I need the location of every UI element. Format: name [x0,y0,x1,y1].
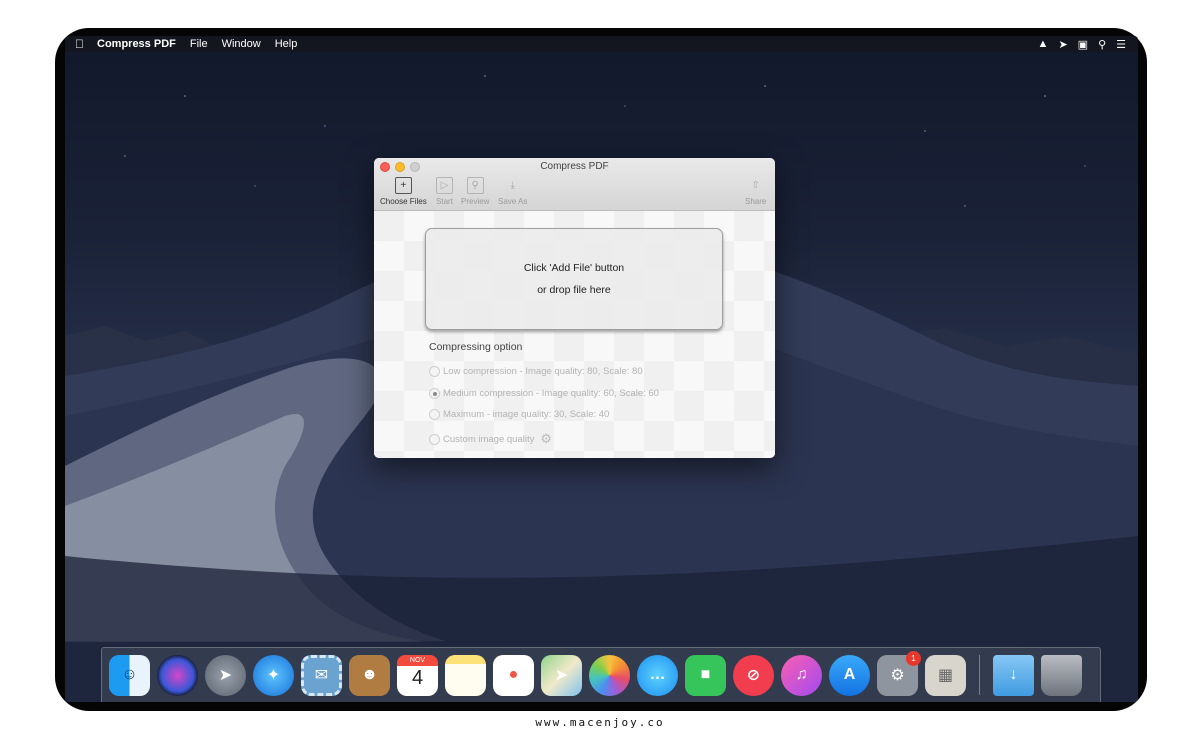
messages-icon[interactable]: … [637,654,678,696]
option-custom-label: Custom image quality [443,433,535,445]
plus-icon: + [394,177,412,194]
maps-icon[interactable]: ➤ [541,654,582,696]
option-medium[interactable]: Medium compression - Image quality: 60, … [429,388,659,399]
display-icon[interactable]: ▣ [1078,38,1088,51]
radio-custom[interactable] [429,433,440,445]
save-as-button[interactable]: ⤓ Save As [498,177,527,206]
calendar-month: NOV [397,654,438,666]
desktop:  Compress PDF File Window Help ▲ ➤ ▣ ⚲ … [65,36,1138,702]
save-as-label: Save As [498,197,528,206]
photos-icon[interactable] [589,654,630,696]
downloads-folder-icon[interactable]: ↓ [993,654,1034,696]
mail-icon[interactable]: ✉ [301,654,342,696]
magnifier-icon: ⚲ [466,177,484,194]
preview-button[interactable]: ⚲ Preview [461,177,489,206]
contacts-icon[interactable]: ☻ [349,654,390,696]
system-preferences-icon[interactable]: ⚙ 1 [877,650,921,696]
airplay-icon[interactable]: ➤ [1058,38,1067,51]
drop-zone-line1: Click 'Add File' button [523,262,625,274]
menu-bar:  Compress PDF File Window Help ▲ ➤ ▣ ⚲ … [65,36,1138,52]
update-badge: 1 [906,650,921,666]
option-low[interactable]: Low compression - Image quality: 80, Sca… [429,366,643,377]
news-icon[interactable]: ⊘ [733,654,774,696]
calendar-icon[interactable]: NOV 4 [397,654,438,696]
option-custom[interactable]: Custom image quality ⚙ [429,431,552,447]
option-maximum-label: Maximum - image quality: 30, Scale: 40 [443,409,610,420]
title-bar: Compress PDF + Choose Files ▷ Start ⚲ Pr… [374,158,775,211]
site-caption: www.macenjoy.co [535,716,665,729]
launchpad-icon[interactable]: ➤ [205,654,246,696]
start-label: Start [436,197,453,206]
radio-maximum[interactable] [429,409,440,420]
preview-label: Preview [461,197,490,206]
menu-file[interactable]: File [190,38,208,50]
itunes-icon[interactable]: ♫ [781,654,822,696]
calendar-day: 4 [411,666,424,689]
dock-separator [979,655,980,695]
facetime-icon[interactable]: ■ [685,654,726,696]
safari-icon[interactable]: ✦ [253,654,294,696]
list-icon[interactable]: ☰ [1116,38,1126,51]
menu-app-name[interactable]: Compress PDF [97,38,176,50]
compress-pdf-icon[interactable]: ▦ [925,654,966,696]
choose-files-button[interactable]: + Choose Files [380,177,427,206]
siri-icon[interactable] [157,654,198,696]
options-heading: Compressing option [429,341,523,353]
share-button[interactable]: ⇧ Share [745,177,766,206]
trash-icon[interactable] [1041,654,1082,696]
drop-zone[interactable]: Click 'Add File' button or drop file her… [425,228,723,330]
apple-icon[interactable]:  [75,37,97,51]
gear-icon[interactable]: ⚙ [540,431,552,447]
choose-files-label: Choose Files [380,197,427,206]
compress-pdf-window: Compress PDF + Choose Files ▷ Start ⚲ Pr… [374,158,775,458]
option-maximum[interactable]: Maximum - image quality: 30, Scale: 40 [429,409,609,420]
notes-icon[interactable] [445,654,486,696]
window-title: Compress PDF [540,161,609,172]
radio-medium[interactable] [429,388,440,399]
search-icon[interactable]: ⚲ [1098,38,1106,51]
window-content: Click 'Add File' button or drop file her… [374,211,775,458]
option-low-label: Low compression - Image quality: 80, Sca… [443,366,643,377]
menu-window[interactable]: Window [222,38,261,50]
option-medium-label: Medium compression - Image quality: 60, … [443,388,659,399]
share-label: Share [745,197,767,206]
radio-low[interactable] [429,366,440,377]
finder-icon[interactable]: ☺ [109,654,150,696]
notification-icon[interactable]: ▲ [1038,38,1049,50]
drop-zone-line2: or drop file here [537,284,611,296]
download-icon: ⤓ [510,180,515,191]
menu-help[interactable]: Help [275,38,298,50]
share-icon: ⇧ [751,180,760,191]
play-icon: ▷ [436,177,453,194]
reminders-icon[interactable]: ● [493,654,534,696]
app-store-icon[interactable]: A [829,654,870,696]
start-button[interactable]: ▷ Start [436,177,453,206]
status-area: ▲ ➤ ▣ ⚲ ☰ [1038,36,1126,52]
dock: ☺ ➤ ✦ ✉ ☻ NOV 4 ● ➤ … ■ ⊘ ♫ A ⚙ 1 ▦ ↓ [101,647,1101,702]
